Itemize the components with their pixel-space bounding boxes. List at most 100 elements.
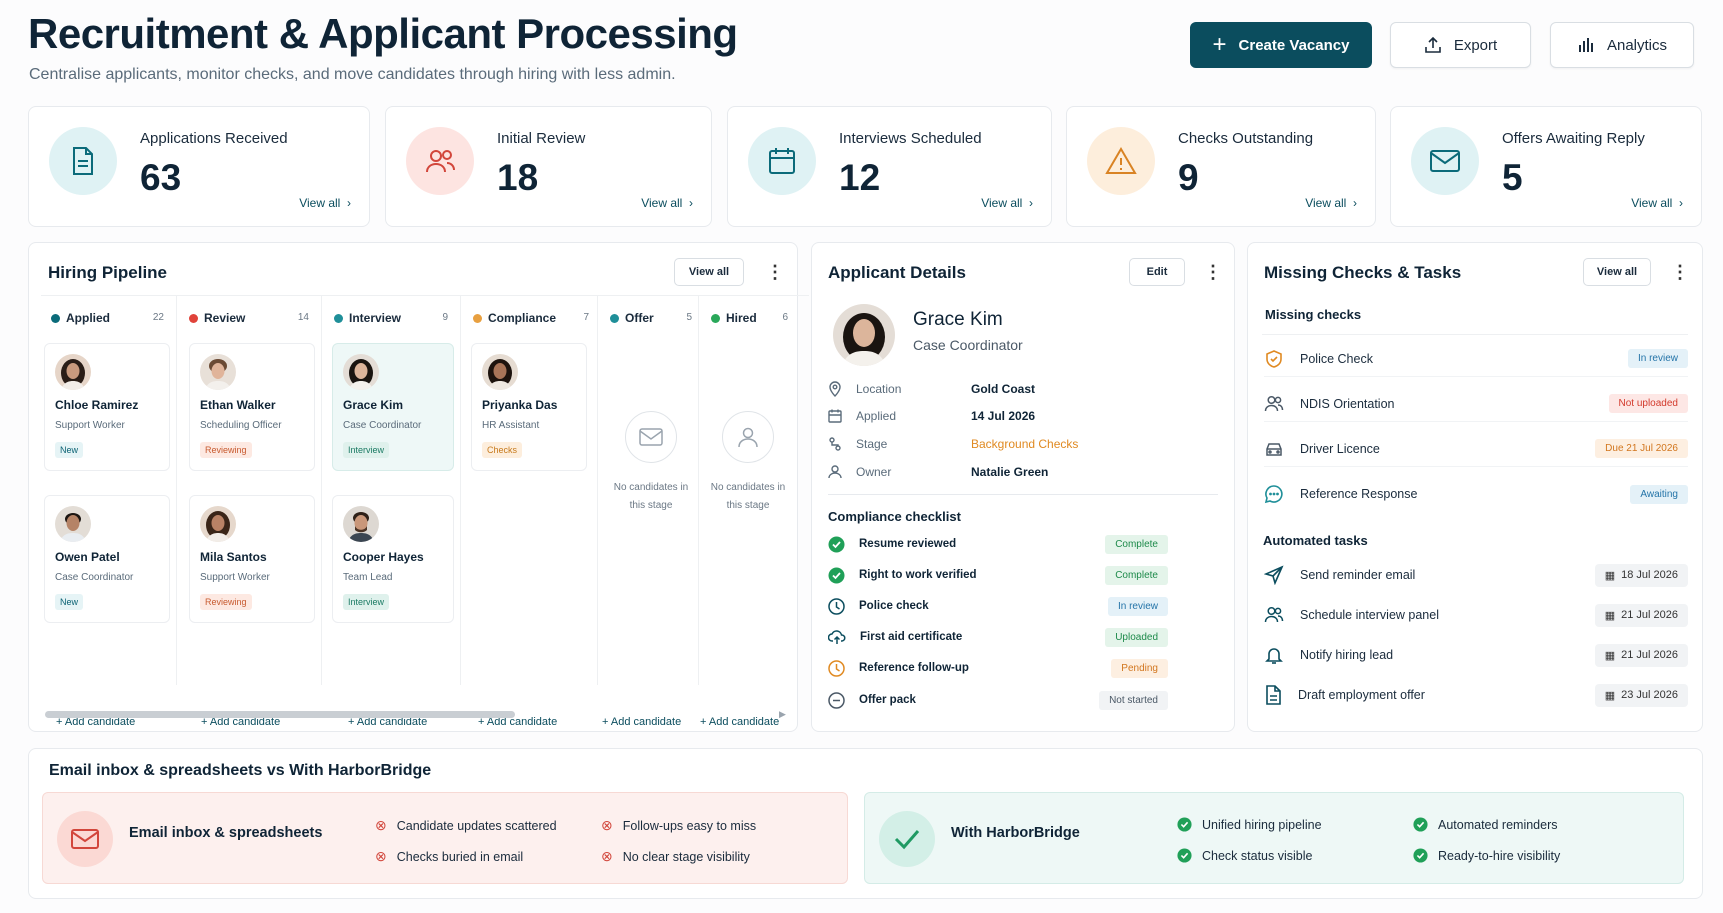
users-icon xyxy=(1264,395,1284,411)
avatar xyxy=(200,354,236,390)
view-all-link[interactable]: View all › xyxy=(1305,196,1357,210)
applicant-name: Grace Kim xyxy=(913,309,1003,330)
calendar-icon: ▦ xyxy=(1604,689,1616,702)
status-badge: In review xyxy=(1107,596,1168,616)
avatar xyxy=(343,354,379,390)
edit-button[interactable]: Edit xyxy=(1129,258,1185,286)
stat-label: Initial Review xyxy=(497,130,586,147)
check-circle-icon xyxy=(828,567,845,583)
create-vacancy-button[interactable]: + Create Vacancy xyxy=(1190,22,1372,68)
pipeline-view-all-button[interactable]: View all xyxy=(674,258,744,286)
applicant-role: Case Coordinator xyxy=(913,337,1023,353)
avatar xyxy=(833,304,895,366)
plus-icon: + xyxy=(1212,31,1227,58)
minus-circle-icon xyxy=(828,691,845,709)
checklist-item[interactable]: Right to work verified Complete xyxy=(828,564,1168,586)
missing-check-item[interactable]: Driver Licence Due 21 Jul 2026 xyxy=(1264,431,1688,467)
avatar xyxy=(482,354,518,390)
x-circle-icon: ⊗ xyxy=(601,817,613,833)
more-options-icon[interactable]: ⋮ xyxy=(1204,263,1222,281)
add-candidate-button[interactable]: + Add candidate xyxy=(602,716,681,728)
calendar-icon: ▦ xyxy=(1604,569,1616,582)
column-applied: Applied 22 Chloe Ramirez Support Worker … xyxy=(41,295,177,728)
candidate-card[interactable]: Ethan Walker Scheduling Officer Reviewin… xyxy=(189,343,315,471)
comparison-title: Email inbox & spreadsheets vs With Harbo… xyxy=(49,762,432,779)
task-item[interactable]: Notify hiring lead ▦ 21 Jul 2026 xyxy=(1264,637,1688,673)
check-circle-icon xyxy=(1177,817,1192,832)
x-circle-icon: ⊗ xyxy=(601,848,613,864)
missing-check-item[interactable]: Reference Response Awaiting xyxy=(1264,476,1688,512)
stat-card-checks-outstanding[interactable]: Checks Outstanding 9 View all › xyxy=(1066,106,1376,227)
task-item[interactable]: Draft employment offer ▦ 23 Jul 2026 xyxy=(1264,677,1688,713)
more-options-icon[interactable]: ⋮ xyxy=(766,263,784,281)
checklist-item[interactable]: Resume reviewed Complete xyxy=(828,533,1168,555)
horizontal-scrollbar[interactable] xyxy=(45,711,515,718)
checklist-item[interactable]: Offer pack Not started xyxy=(828,689,1168,711)
export-button[interactable]: Export xyxy=(1390,22,1531,68)
users-icon xyxy=(406,127,474,195)
missing-panel-title: Missing Checks & Tasks xyxy=(1264,263,1462,282)
shield-icon xyxy=(1266,349,1282,368)
tasks-view-all-button[interactable]: View all xyxy=(1583,258,1651,286)
view-all-link[interactable]: View all › xyxy=(641,196,693,210)
avatar xyxy=(55,354,91,390)
check-circle-icon xyxy=(1413,817,1428,832)
bell-icon xyxy=(1265,648,1283,664)
checklist-item[interactable]: First aid certificate Uploaded xyxy=(828,626,1168,648)
checklist-item[interactable]: Reference follow-up Pending xyxy=(828,657,1168,679)
analytics-button[interactable]: Analytics xyxy=(1550,22,1694,68)
column-header: Hired xyxy=(711,311,757,325)
column-count: 22 xyxy=(152,312,164,323)
detail-row-owner: Owner Natalie Green xyxy=(828,465,1048,479)
comparison-item: ⊗ Candidate updates scattered xyxy=(375,817,557,833)
column-header: Offer xyxy=(610,311,654,325)
column-header: Compliance xyxy=(473,311,556,325)
clock-icon xyxy=(828,659,845,677)
empty-state: No candidates in this stage xyxy=(606,411,696,515)
candidate-card[interactable]: Priyanka Das HR Assistant Checks xyxy=(471,343,587,471)
avatar xyxy=(200,506,236,542)
view-all-link[interactable]: View all › xyxy=(1631,196,1683,210)
stat-card-offers[interactable]: Offers Awaiting Reply 5 View all › xyxy=(1390,106,1702,227)
candidate-card[interactable]: Mila Santos Support Worker Reviewing xyxy=(189,495,315,623)
task-item[interactable]: Send reminder email ▦ 18 Jul 2026 xyxy=(1264,557,1688,593)
stat-card-applications[interactable]: Applications Received 63 View all › xyxy=(28,106,370,227)
scroll-right-icon[interactable]: ▶ xyxy=(779,709,786,720)
checklist-item[interactable]: Police check In review xyxy=(828,595,1168,617)
task-item[interactable]: Schedule interview panel ▦ 21 Jul 2026 xyxy=(1264,597,1688,633)
calendar-icon: ▦ xyxy=(1604,609,1616,622)
missing-check-item[interactable]: NDIS Orientation Not uploaded xyxy=(1264,386,1688,422)
stat-value: 5 xyxy=(1502,157,1523,198)
check-circle-icon xyxy=(828,536,845,552)
stat-card-interviews[interactable]: Interviews Scheduled 12 View all › xyxy=(727,106,1052,227)
candidate-card[interactable]: Cooper Hayes Team Lead Interview xyxy=(332,495,454,623)
status-badge: New xyxy=(55,594,84,610)
column-header: Review xyxy=(189,311,245,325)
candidate-card-selected[interactable]: Grace Kim Case Coordinator Interview xyxy=(332,343,454,471)
view-all-link[interactable]: View all › xyxy=(981,196,1033,210)
task-date: ▦ 21 Jul 2026 xyxy=(1594,643,1688,667)
stat-card-initial-review[interactable]: Initial Review 18 View all › xyxy=(385,106,712,227)
status-badge: Not uploaded xyxy=(1608,394,1688,413)
task-date: ▦ 23 Jul 2026 xyxy=(1594,683,1688,707)
add-candidate-button[interactable]: + Add candidate xyxy=(700,716,779,728)
calendar-icon xyxy=(828,409,842,423)
clock-icon xyxy=(828,597,845,615)
person-icon xyxy=(828,465,842,479)
hiring-pipeline-panel: Hiring Pipeline View all ⋮ Applied 22 Ch… xyxy=(28,242,809,732)
missing-checks-panel: Missing Checks & Tasks View all ⋮ Missin… xyxy=(1247,242,1703,732)
column-count: 7 xyxy=(583,312,589,323)
comparison-item: ⊗ No clear stage visibility xyxy=(601,848,750,864)
page-subtitle: Centralise applicants, monitor checks, a… xyxy=(29,66,676,83)
column-count: 6 xyxy=(782,312,788,323)
view-all-link[interactable]: View all › xyxy=(299,196,351,210)
more-options-icon[interactable]: ⋮ xyxy=(1671,263,1689,281)
missing-check-item[interactable]: Police Check In review xyxy=(1264,341,1688,377)
candidate-card[interactable]: Owen Patel Case Coordinator New xyxy=(44,495,170,623)
detail-row-applied: Applied 14 Jul 2026 xyxy=(828,409,1035,423)
candidate-card[interactable]: Chloe Ramirez Support Worker New xyxy=(44,343,170,471)
warning-icon xyxy=(1087,127,1155,195)
cloud-upload-icon xyxy=(828,630,846,644)
avatar xyxy=(55,506,91,542)
avatar xyxy=(343,506,379,542)
